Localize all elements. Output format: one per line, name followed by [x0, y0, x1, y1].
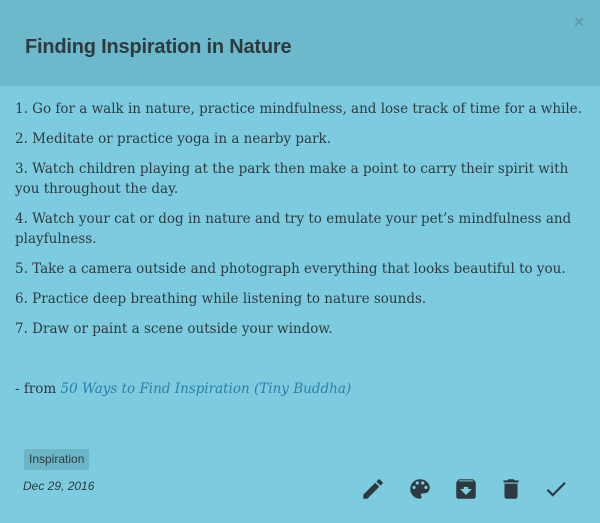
trash-icon[interactable]: [498, 476, 524, 502]
list-item: 7. Draw or paint a scene outside your wi…: [15, 321, 333, 337]
archive-icon[interactable]: [453, 476, 479, 502]
source-prefix: - from: [15, 381, 61, 397]
source-link[interactable]: 50 Ways to Find Inspiration (Tiny Buddha…: [61, 381, 352, 397]
source-line: - from 50 Ways to Find Inspiration (Tiny…: [15, 379, 585, 399]
note-date: Dec 29, 2016: [23, 479, 95, 493]
list-item: 3. Watch children playing at the park th…: [15, 161, 569, 197]
list-item: 6. Practice deep breathing while listeni…: [15, 291, 427, 307]
list-item: 2. Meditate or practice yoga in a nearby…: [15, 131, 332, 147]
list-item: 5. Take a camera outside and photograph …: [15, 261, 566, 277]
pencil-icon[interactable]: [360, 476, 386, 502]
list-item: 4. Watch your cat or dog in nature and t…: [15, 211, 572, 247]
note-header: Finding Inspiration in Nature ×: [0, 0, 600, 84]
palette-icon[interactable]: [407, 476, 433, 502]
note-body: 1. Go for a walk in nature, practice min…: [15, 99, 585, 409]
close-icon[interactable]: ×: [570, 13, 588, 31]
list-item: 1. Go for a walk in nature, practice min…: [15, 101, 582, 117]
tag-inspiration[interactable]: Inspiration: [24, 449, 90, 470]
note-title: Finding Inspiration in Nature: [25, 36, 292, 58]
check-icon[interactable]: [543, 476, 569, 502]
